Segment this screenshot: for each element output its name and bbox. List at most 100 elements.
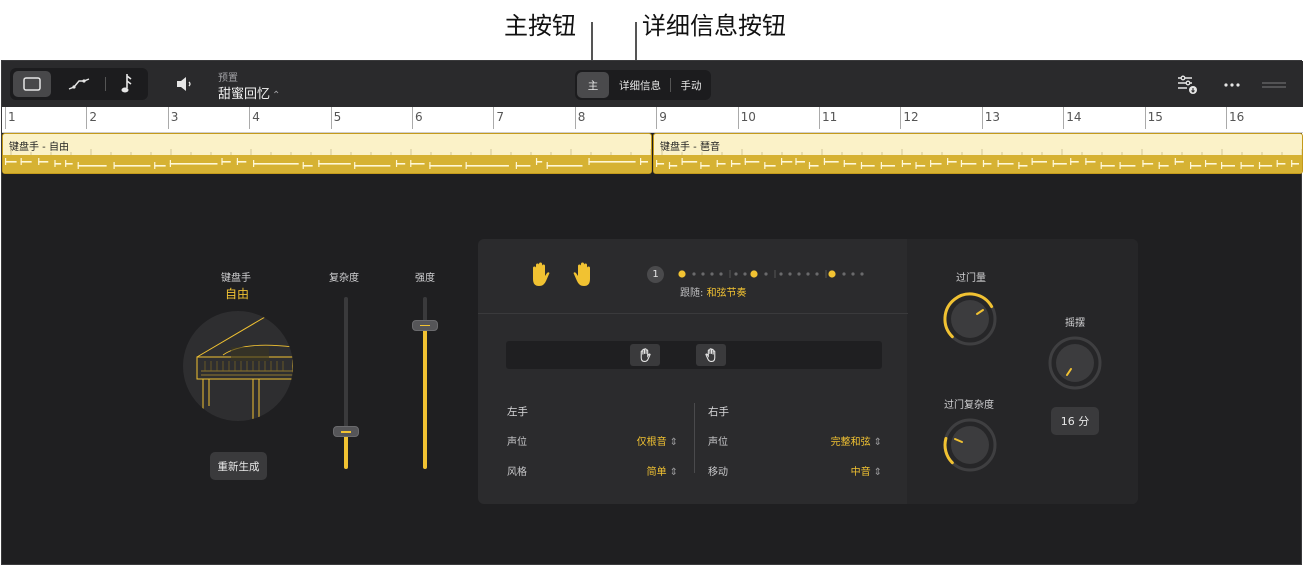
chevron-updown-icon: ⇕ (669, 437, 678, 448)
bar-number: 12 (903, 110, 919, 124)
fills-label: 过门量 (956, 273, 986, 284)
swing-knob[interactable] (1046, 334, 1104, 392)
bar-tick (819, 107, 820, 129)
bar-tick (249, 107, 251, 129)
preset-selector[interactable]: 甜蜜回忆 ⌃ (218, 83, 280, 102)
mode-separator (670, 78, 671, 92)
bar-number: 15 (1147, 110, 1163, 124)
right-movement-label: 移动 (708, 467, 728, 478)
bar-number: 4 (252, 110, 260, 124)
details-tab[interactable]: 详细信息 (613, 72, 667, 98)
complexity-slider-thumb[interactable] (333, 426, 359, 438)
bar-tick (656, 107, 658, 129)
region-view-button[interactable] (13, 71, 51, 97)
bar-number: 1 (8, 110, 16, 124)
right-voicing-label: 声位 (708, 437, 728, 448)
bar-number: 7 (496, 110, 505, 124)
screenshot-root: 主按钮 详细信息按钮 预置 甜蜜回忆 ⌃ 主 详细信息 手动 1 2 3 4 5… (0, 0, 1303, 567)
rectangle-icon (23, 77, 41, 91)
left-style-value: 简单 (646, 467, 667, 478)
preset-value: 甜蜜回忆 (218, 87, 271, 102)
bar-tick (1226, 107, 1227, 129)
session-player-window: 预置 甜蜜回忆 ⌃ 主 详细信息 手动 1 2 3 4 5 6 7 8 9 10 11 12 13 14 15… (1, 60, 1303, 565)
regenerate-button[interactable]: 重新生成 (210, 452, 267, 480)
bar-number: 6 (415, 110, 423, 124)
region-free[interactable]: 键盘手 - 自由 (2, 133, 652, 174)
intensity-slider-thumb[interactable] (412, 319, 438, 331)
chevron-updown-icon: ⇕ (669, 467, 678, 478)
follow-label: 跟随: (680, 288, 704, 299)
track-settings-button[interactable] (1174, 73, 1200, 97)
step-number-badge[interactable]: 1 (647, 266, 664, 283)
hand-split-bar[interactable] (506, 341, 882, 369)
bar-tick (900, 107, 902, 129)
bar-tick (5, 107, 6, 129)
bar-tick (981, 107, 983, 129)
preset-label: 预置 (218, 73, 238, 84)
left-hand-title: 左手 (507, 406, 528, 418)
bar-number: 11 (822, 110, 838, 124)
bar-number: 2 (89, 110, 98, 124)
left-hand-toggle[interactable] (529, 261, 551, 291)
region-notes-strip (654, 155, 1302, 173)
left-style-select[interactable]: 简单 ⇕ (612, 463, 678, 478)
right-movement-select[interactable]: 中音 ⇕ (792, 463, 882, 478)
hand-outline-icon (640, 348, 651, 362)
chevron-updown-icon: ⇕ (873, 467, 882, 478)
intensity-slider-fill (423, 324, 427, 469)
bar-number: 3 (170, 110, 179, 124)
bar-ruler[interactable]: 1 2 3 4 5 6 7 8 9 10 11 12 13 14 15 16 (2, 107, 1303, 133)
right-hand-title: 右手 (708, 406, 729, 418)
left-voicing-select[interactable]: 仅根音 ⇕ (612, 433, 678, 448)
left-style-label: 风格 (507, 467, 527, 478)
bar-tick (167, 107, 169, 129)
complexity-label: 复杂度 (329, 273, 359, 284)
main-button-callout: 主按钮 (504, 12, 576, 40)
left-voicing-value: 仅根音 (636, 437, 667, 448)
bar-number: 8 (577, 110, 586, 124)
hand-outline-icon (705, 348, 716, 362)
right-movement-value: 中音 (850, 467, 871, 478)
right-hand-toggle[interactable] (572, 261, 594, 291)
view-separator (105, 77, 106, 91)
swing-label: 摇摆 (1065, 318, 1085, 329)
preview-volume-button[interactable] (174, 74, 196, 94)
right-voicing-select[interactable]: 完整和弦 ⇕ (792, 433, 882, 448)
performer-style[interactable]: 自由 (225, 285, 249, 302)
bar-tick (493, 107, 495, 129)
bar-tick (1144, 107, 1146, 129)
panel-divider (478, 313, 908, 314)
ellipsis-icon (1224, 83, 1240, 87)
manual-tab[interactable]: 手动 (673, 72, 709, 98)
automation-view-button[interactable] (60, 71, 98, 97)
mode-segmented-control: 主 详细信息 手动 (575, 70, 711, 100)
region-notes (656, 158, 1299, 169)
region-notes (5, 158, 648, 169)
more-options-button[interactable] (1220, 73, 1244, 97)
left-hand-icon (533, 262, 550, 286)
panel-resize-handle[interactable] (1260, 73, 1288, 97)
note-icon (121, 74, 132, 93)
intensity-label: 强度 (415, 273, 435, 284)
fills-knob[interactable] (941, 290, 999, 348)
piano-image (183, 311, 293, 421)
grand-piano-icon (196, 316, 293, 421)
region-arpeggio[interactable]: 键盘手 - 琶音 (653, 133, 1303, 174)
chevron-updown-icon: ⇕ (873, 437, 882, 448)
score-view-button[interactable] (108, 71, 146, 97)
bar-number: 16 (1229, 110, 1245, 124)
left-voicing-label: 声位 (507, 437, 527, 448)
bar-tick (86, 107, 88, 129)
right-hand-range-handle[interactable] (696, 344, 726, 366)
bar-tick (1063, 107, 1065, 129)
fill-complexity-knob[interactable] (941, 416, 999, 474)
main-tab[interactable]: 主 (577, 72, 609, 98)
follow-value: 和弦节奏 (706, 288, 747, 299)
bar-number: 13 (984, 110, 1001, 124)
follow-row[interactable]: 跟随: 和弦节奏 (680, 284, 747, 299)
swing-resolution-button[interactable]: 16 分 (1051, 407, 1099, 435)
right-hand-icon (573, 262, 590, 286)
left-hand-range-handle[interactable] (630, 344, 660, 366)
pattern-step-dots[interactable] (674, 267, 889, 281)
automation-curve-icon (68, 78, 90, 90)
